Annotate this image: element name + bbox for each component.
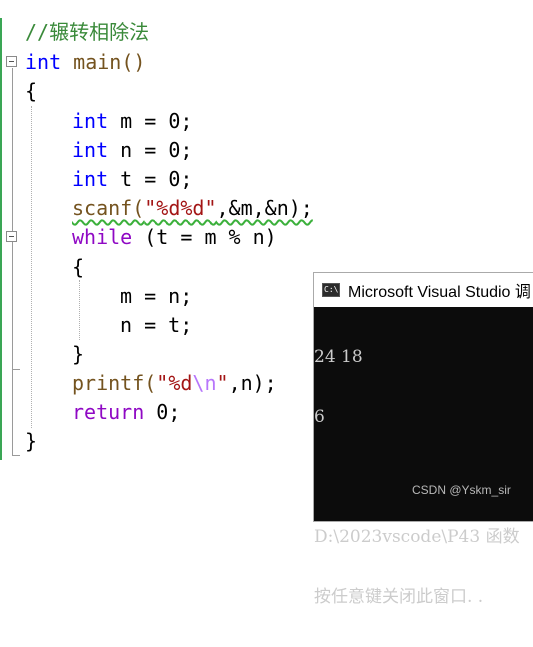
function-main: main() bbox=[61, 50, 146, 74]
declaration-m: m = 0; bbox=[108, 109, 193, 133]
code-line-close-brace: } bbox=[25, 429, 38, 453]
keyword-int: int bbox=[72, 138, 109, 162]
indent-guide-1 bbox=[31, 106, 32, 428]
code-line-main: int main() bbox=[25, 48, 145, 77]
printf-string-end: " bbox=[216, 371, 229, 395]
keyword-int: int bbox=[72, 109, 109, 133]
code-line-comment: //辗转相除法 bbox=[25, 20, 150, 44]
code-line-scanf: scanf("%d%d",&m,&n); bbox=[72, 194, 313, 223]
function-scanf: scanf( bbox=[72, 196, 145, 220]
code-line-m-assign: m = n; bbox=[120, 284, 193, 308]
code-line-while-open-brace: { bbox=[72, 255, 85, 279]
outline-end-while bbox=[12, 369, 20, 370]
return-value: 0; bbox=[144, 400, 181, 424]
code-line-while-close-brace: } bbox=[72, 342, 85, 366]
outline-line-main bbox=[12, 68, 13, 456]
console-titlebar[interactable]: Microsoft Visual Studio 调 bbox=[314, 273, 533, 307]
code-line-open-brace: { bbox=[25, 79, 38, 103]
code-line-int-n: int n = 0; bbox=[72, 136, 192, 165]
keyword-while: while bbox=[72, 225, 133, 249]
console-line-input: 24 18 bbox=[314, 347, 363, 367]
function-printf: printf( bbox=[72, 371, 157, 395]
declaration-t: t = 0; bbox=[108, 167, 193, 191]
escape-newline: \n bbox=[192, 371, 217, 395]
code-line-while: while (t = m % n) bbox=[72, 223, 277, 252]
keyword-int: int bbox=[25, 50, 62, 74]
collapse-main-icon[interactable] bbox=[6, 56, 17, 67]
while-condition: (t = m % n) bbox=[132, 225, 277, 249]
keyword-return: return bbox=[72, 400, 145, 424]
printf-args: ,n); bbox=[228, 371, 277, 395]
change-indicator-bar bbox=[0, 18, 2, 460]
format-string: "%d%d" bbox=[144, 196, 217, 220]
keyword-int: int bbox=[72, 167, 109, 191]
scanf-args: ,&m,&n); bbox=[216, 196, 313, 220]
console-output[interactable]: 24 18 6 D:\2023vscode\P43 函数 按任意键关闭此窗口. … bbox=[314, 307, 533, 647]
code-line-return: return 0; bbox=[72, 398, 180, 427]
console-title: Microsoft Visual Studio 调 bbox=[348, 284, 531, 301]
code-line-n-assign: n = t; bbox=[120, 313, 193, 337]
code-line-int-t: int t = 0; bbox=[72, 165, 192, 194]
watermark: CSDN @Yskm_sir bbox=[412, 483, 511, 497]
code-line-int-m: int m = 0; bbox=[72, 107, 192, 136]
collapse-while-icon[interactable] bbox=[6, 231, 17, 242]
indent-guide-2 bbox=[79, 280, 80, 340]
console-line-result: 6 bbox=[314, 407, 325, 427]
code-line-printf: printf("%d\n",n); bbox=[72, 369, 277, 398]
declaration-n: n = 0; bbox=[108, 138, 193, 162]
console-app-icon bbox=[322, 283, 340, 297]
printf-string-start: "%d bbox=[156, 371, 193, 395]
console-line-path: D:\2023vscode\P43 函数 bbox=[314, 527, 520, 547]
outline-end-main bbox=[12, 455, 20, 456]
console-line-prompt: 按任意键关闭此窗口. . bbox=[314, 587, 484, 607]
